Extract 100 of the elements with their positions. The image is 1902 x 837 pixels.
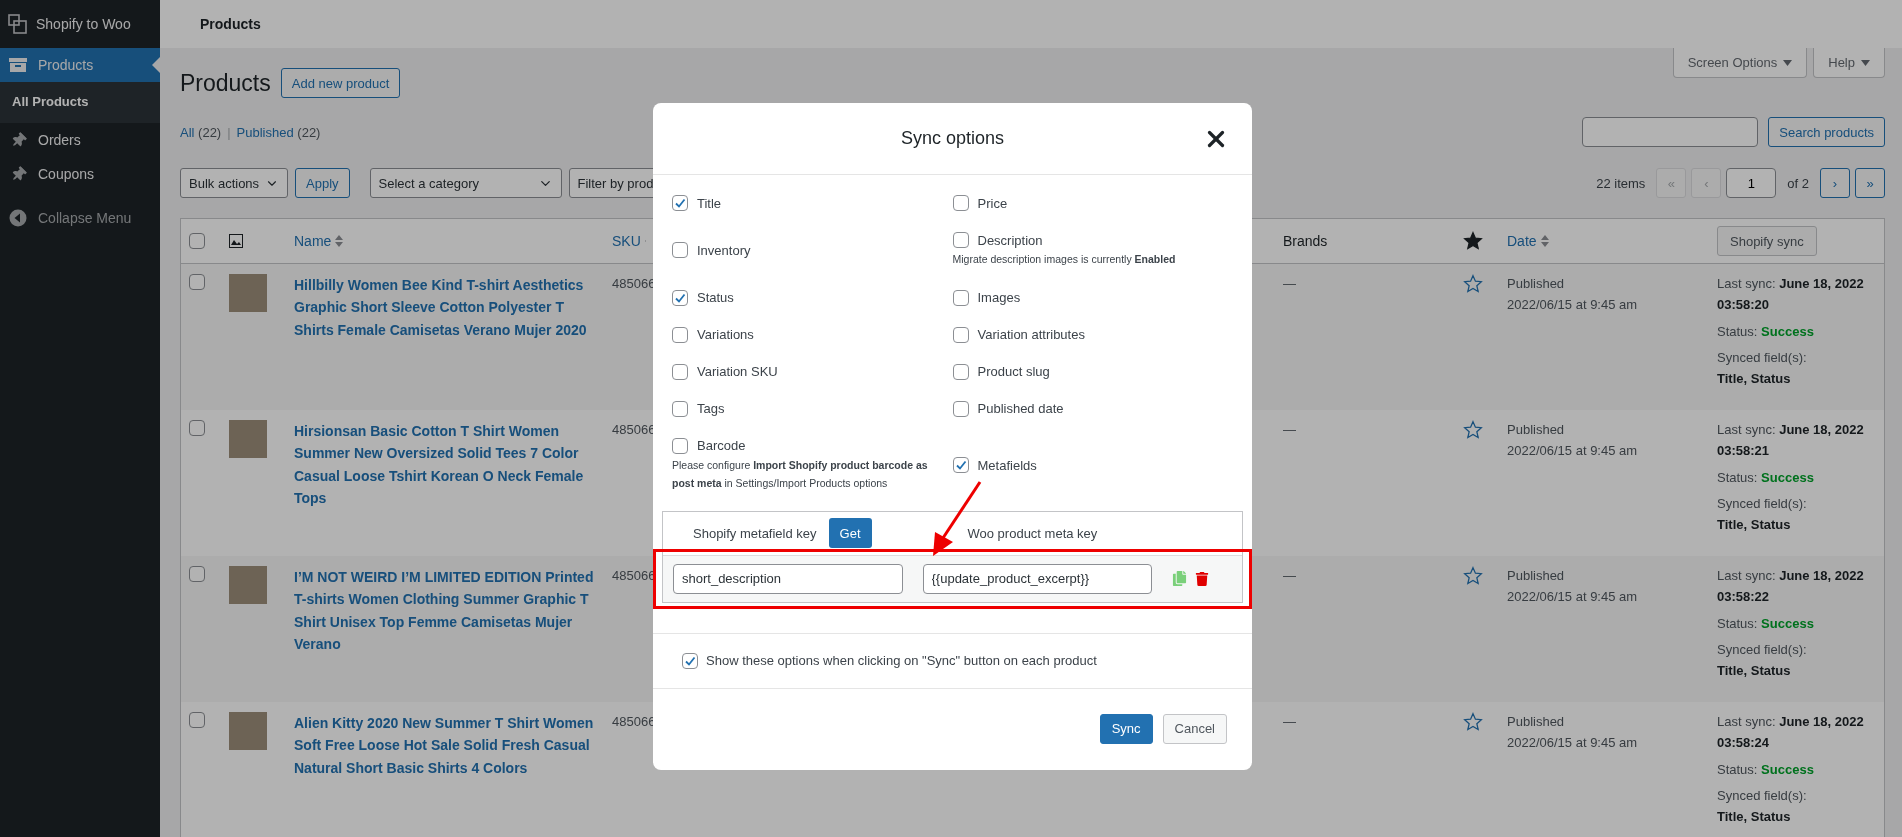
search-products-button[interactable]: Search products (1768, 117, 1885, 147)
option-note: Migrate description images is currently Enabled (952, 252, 1177, 267)
brand-text: — (1283, 275, 1296, 293)
column-label: Woo product meta key (967, 525, 1098, 541)
synced-fields-label: Synced field(s): (1717, 788, 1807, 804)
screen-meta-tab[interactable]: Screen Options (1672, 48, 1808, 78)
caret-icon (1861, 59, 1870, 66)
featured-star-icon[interactable] (1463, 420, 1483, 440)
checkbox[interactable] (952, 457, 969, 474)
product-name-link[interactable]: Hirsionsan Basic Cotton T Shirt Women Summer New Oversized Solid Tees 7 Color Casual Loose Tshirt Korean O Neck Female Tops (294, 420, 596, 510)
pagination-button[interactable]: › (1820, 168, 1850, 198)
status-label: Status: (1717, 761, 1758, 777)
sidebar-item[interactable]: Products (0, 48, 160, 82)
featured-star-icon[interactable] (1463, 566, 1483, 586)
screen-meta-tab[interactable]: Help (1813, 48, 1885, 78)
last-sync-text: Last sync: June 18, 2022 03:58:20 (1717, 275, 1865, 314)
checkbox[interactable] (952, 232, 969, 248)
date-text: 2022/06/15 at 9:45 am (1507, 295, 1639, 314)
checkbox[interactable] (672, 363, 688, 380)
synced-fields-text: Title, Status (1717, 371, 1791, 387)
date-status: Published (1507, 567, 1566, 585)
checkbox[interactable] (952, 363, 969, 380)
featured-star-icon[interactable] (1463, 712, 1483, 732)
apply-button[interactable]: Apply (295, 168, 350, 198)
checkbox[interactable] (682, 652, 698, 669)
featured-star-icon[interactable] (1463, 274, 1483, 294)
category-select[interactable]: Select a category (369, 168, 562, 198)
trash-icon[interactable] (1195, 571, 1209, 586)
shopify-sync-button[interactable]: Shopify sync (1717, 226, 1817, 256)
checkbox[interactable] (189, 420, 205, 436)
status-text: Success (1761, 323, 1814, 339)
brand-text: — (1283, 713, 1296, 731)
checkbox[interactable] (952, 289, 969, 306)
star-icon (1463, 231, 1483, 251)
status-label: Status: (1717, 469, 1758, 485)
checkbox[interactable] (672, 437, 688, 454)
checkbox[interactable] (672, 195, 688, 211)
status-label: Status: (1717, 323, 1758, 339)
sidebar-item[interactable]: Coupons (0, 157, 160, 191)
add-new-product-button[interactable]: Add new product (280, 68, 401, 98)
column-header[interactable]: SKU (612, 233, 641, 249)
copy-icon[interactable] (1172, 571, 1187, 587)
date-status: Published (1507, 713, 1566, 731)
caret-icon (1783, 59, 1793, 66)
cancel-button[interactable]: Cancel (1162, 713, 1227, 744)
synced-fields-label: Synced field(s): (1717, 642, 1807, 658)
column-header[interactable]: Date (1507, 233, 1537, 249)
checkbox[interactable] (952, 400, 969, 417)
checkbox[interactable] (189, 712, 205, 728)
option-label: Barcode (697, 438, 746, 454)
photo-placeholder (229, 712, 267, 750)
option-label: Tags (697, 401, 725, 417)
option-label: Variation SKU (697, 364, 778, 380)
last-sync-text: Last sync: June 18, 2022 03:58:24 (1717, 713, 1865, 752)
checkbox[interactable] (189, 274, 205, 290)
sync-button[interactable]: Sync (1099, 713, 1153, 744)
sidebar-item[interactable]: Collapse Menu (0, 195, 160, 241)
photo-placeholder (229, 420, 267, 458)
brands-heading: Brands (1283, 233, 1328, 249)
woo-key-field[interactable]: {{update_product_excerpt}} (922, 563, 1152, 594)
column-label: Shopify metafield key (693, 525, 817, 541)
product-name-link[interactable]: Hillbilly Women Bee Kind T-shirt Aesthetics Graphic Short Sleeve Cotton Polyester T Shirts Female Camisetas Verano Mujer 2020 (294, 274, 596, 342)
product-name-link[interactable]: I’M NOT WEIRD I’M LIMITED EDITION Printed T-shirts Women Clothing Summer Graphic T Shirt Unisex Top Femme Camisetas Mujer Verano (294, 566, 596, 656)
synced-fields-label: Synced field(s): (1717, 350, 1807, 366)
option-label: Variations (697, 327, 754, 343)
synced-fields-label: Synced field(s): (1717, 496, 1807, 512)
checkbox[interactable] (672, 242, 688, 259)
get-button[interactable]: Get (828, 518, 872, 549)
checkbox[interactable] (952, 326, 969, 343)
page-field[interactable]: 1 (1726, 168, 1777, 198)
checkbox[interactable] (952, 195, 969, 211)
page-title: Products (180, 69, 271, 97)
archive-box-icon (8, 55, 28, 75)
view-filter-link[interactable]: Published (22) (236, 124, 321, 140)
checkbox[interactable] (672, 400, 688, 417)
option-label: Price (977, 195, 1008, 211)
search-field[interactable] (1582, 117, 1759, 147)
brand-text: — (1283, 567, 1296, 585)
checkbox[interactable] (189, 233, 205, 249)
bulk-actions-select[interactable]: Bulk actions (180, 168, 288, 198)
date-text: 2022/06/15 at 9:45 am (1507, 733, 1639, 752)
option-label: Title (697, 195, 722, 211)
option-label: Status (697, 290, 734, 306)
checkbox[interactable] (189, 566, 205, 582)
status-text: Success (1761, 761, 1814, 777)
view-filter-link[interactable]: All (22) (180, 124, 222, 140)
option-label: Metafields (977, 457, 1037, 473)
shopify-key-field[interactable]: short_description (673, 563, 903, 594)
brand-text: — (1283, 421, 1296, 439)
pagination-button[interactable]: » (1855, 168, 1885, 198)
product-name-link[interactable]: Alien Kitty 2020 New Summer T Shirt Women Soft Free Loose Hot Sale Solid Fresh Casual Natural Short Basic Shirts 4 Colors (294, 712, 596, 780)
view-separator: | (227, 124, 231, 140)
last-sync-text: Last sync: June 18, 2022 03:58:21 (1717, 421, 1865, 460)
dialog-title: Sync options (900, 128, 1005, 149)
column-header[interactable]: Name (294, 233, 332, 249)
sidebar-item[interactable]: Orders (0, 123, 160, 157)
synced-fields-text: Title, Status (1717, 663, 1791, 679)
collapse-icon[interactable] (8, 208, 28, 228)
checkbox[interactable] (672, 289, 688, 306)
checkbox[interactable] (672, 326, 688, 343)
